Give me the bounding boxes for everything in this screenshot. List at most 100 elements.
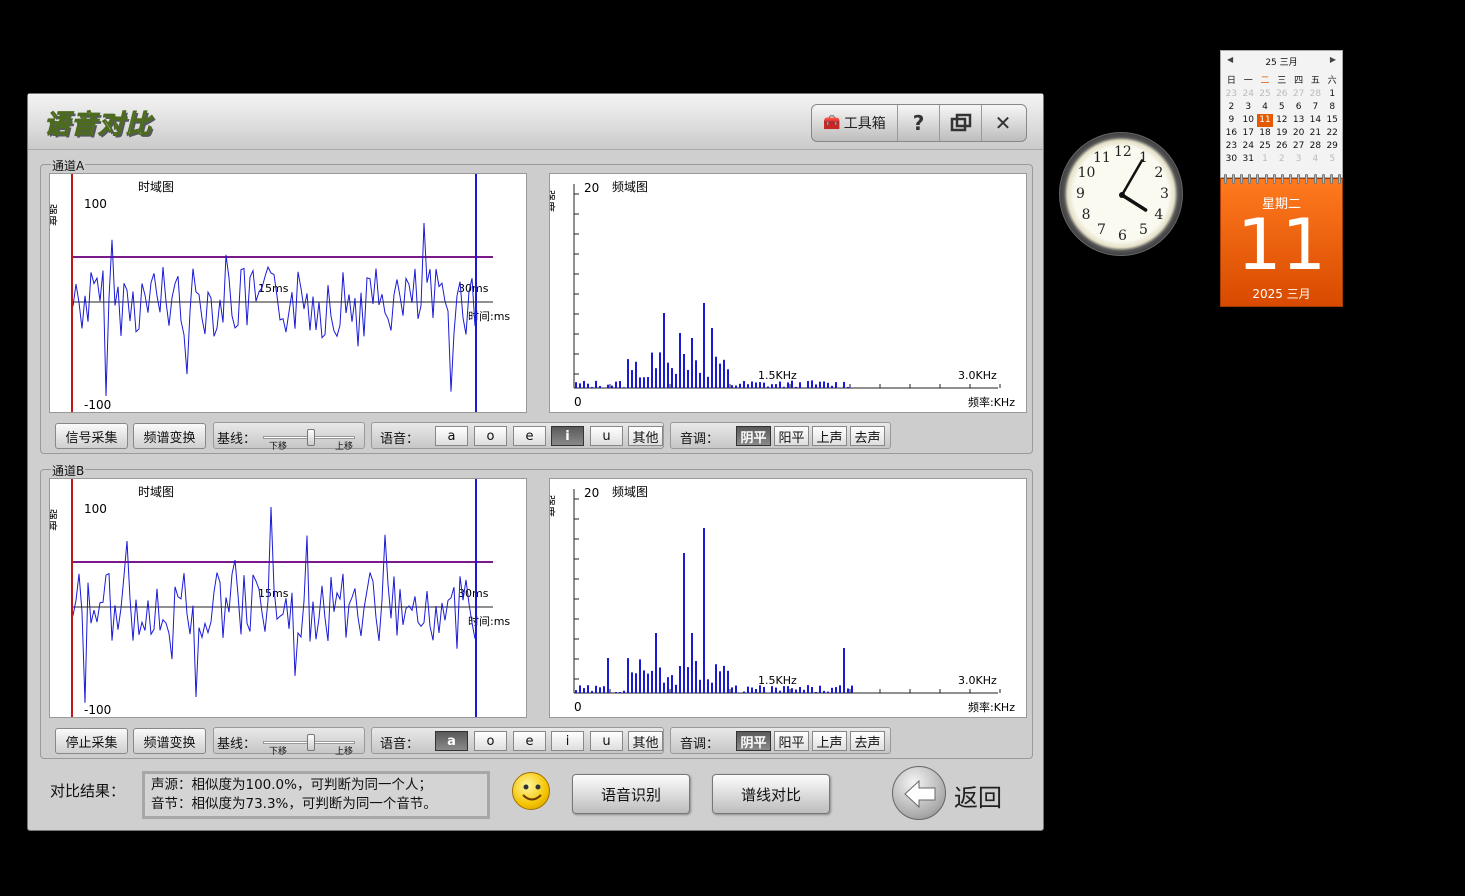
calendar-day-cell[interactable]: 1 [1257,153,1274,166]
calendar-day-cell[interactable]: 7 [1307,101,1324,114]
calendar-day-cell[interactable]: 2 [1273,153,1290,166]
calendar-day-cell[interactable]: 8 [1324,101,1341,114]
toolbox-button[interactable]: 🧰 工具箱 [812,105,898,141]
y-min-label: -100 [84,398,111,412]
calendar-day-cell[interactable]: 23 [1223,140,1240,153]
day-number: 11 [1236,204,1327,286]
plot-title: 频域图 [612,180,648,194]
close-button[interactable]: ✕ [982,105,1024,141]
baseline-slider[interactable]: 下移 上移 [259,427,359,452]
y-axis-label: 强度 [550,495,557,517]
capture-button[interactable]: 信号采集 [55,423,128,449]
calendar-day-cell[interactable]: 11 [1256,114,1274,127]
vowel-key[interactable]: o [474,731,507,751]
calendar-day-cell[interactable]: 16 [1223,127,1240,140]
clock-numeral: 9 [1076,186,1085,202]
x-axis-label: 频率:KHz [968,395,1015,409]
tone-key[interactable]: 去声 [850,426,885,446]
calendar-day-cell[interactable]: 9 [1223,114,1240,127]
calendar-day-cell[interactable]: 28 [1307,140,1324,153]
vowel-key[interactable]: a [435,426,468,446]
calendar-weekday-row: 日一二三四五六 [1223,75,1341,88]
frequency-domain-plot: 频域图 强度 20 0 1.5KHz 3.0KHz 频率:KHz [549,478,1027,718]
vowel-key[interactable]: i [551,731,584,751]
tone-key[interactable]: 上声 [812,426,847,446]
slider-thumb[interactable] [307,429,315,446]
calendar-day-cell[interactable]: 17 [1240,127,1257,140]
vowel-key[interactable]: e [513,731,546,751]
calendar-day-cell[interactable]: 12 [1273,114,1290,127]
calendar-day-cell[interactable]: 26 [1273,140,1290,153]
calendar-day-cell[interactable]: 24 [1240,140,1257,153]
slider-thumb[interactable] [307,734,315,751]
vowel-key[interactable]: e [513,426,546,446]
tone-key[interactable]: 阳平 [774,426,809,446]
calendar-day-cell[interactable]: 24 [1240,88,1257,101]
calendar-day-card: 星期二 11 2025 三月 [1220,174,1343,307]
calendar-day-cell[interactable]: 27 [1290,140,1307,153]
calendar-day-cell[interactable]: 3 [1290,153,1307,166]
fft-button[interactable]: 频谱变换 [133,423,206,449]
calendar-week-row: 30 31 1 2 3 4 5 [1223,153,1341,166]
calendar-widget: ◀ 25 三月 ▶ 日一二三四五六 23 24 25 26 27 28 1 2 3 4 5 6 7 8 9 10… [1220,50,1343,307]
speech-recognition-button[interactable]: 语音识别 [572,774,690,814]
calendar-day-cell[interactable]: 29 [1324,140,1341,153]
calendar-day-cell[interactable]: 28 [1307,88,1324,101]
tone-key[interactable]: 去声 [850,731,885,751]
vowel-key[interactable]: 其他 [628,426,663,446]
calendar-day-cell[interactable]: 23 [1223,88,1240,101]
analog-clock-widget: 12 1 2 3 4 5 6 7 8 9 10 11 [1059,132,1183,256]
restore-button[interactable] [940,105,982,141]
calendar-day-cell[interactable]: 13 [1290,114,1307,127]
comparison-result-bar: 对比结果： 声源：相似度为100.0%，可判断为同一个人； 音节：相似度为73.… [40,764,1033,824]
calendar-day-cell[interactable]: 5 [1273,101,1290,114]
tone-key[interactable]: 阴平 [736,731,771,751]
tone-key[interactable]: 阴平 [736,426,771,446]
calendar-day-cell[interactable]: 30 [1223,153,1240,166]
tone-group: 音调： 阴平 阳平 上声 去声 [670,727,891,754]
calendar-day-cell[interactable]: 26 [1273,88,1290,101]
y-max-label: 100 [84,502,107,516]
calendar-day-cell[interactable]: 6 [1290,101,1307,114]
y-max-label: 20 [584,181,599,195]
calendar-day-cell[interactable]: 19 [1273,127,1290,140]
baseline-slider[interactable]: 下移 上移 [259,732,359,757]
calendar-day-cell[interactable]: 5 [1324,153,1341,166]
help-button[interactable]: ? [898,105,940,141]
calendar-day-cell[interactable]: 25 [1257,140,1274,153]
vowel-key[interactable]: 其他 [628,731,663,751]
x-min-label: 0 [574,700,582,714]
spectrum-compare-button[interactable]: 谱线对比 [712,774,830,814]
calendar-day-cell[interactable]: 1 [1324,88,1341,101]
calendar-day-cell[interactable]: 20 [1290,127,1307,140]
vowel-key[interactable]: i [551,426,584,446]
vowel-key[interactable]: a [435,731,468,751]
tone-key[interactable]: 上声 [812,731,847,751]
channel-controls: 停止采集 频谱变换 基线： 下移 上移 语音： a o e i u 其他 音调： 阴平 阳平上… [49,725,1031,757]
calendar-day-cell[interactable]: 10 [1240,114,1257,127]
tone-key[interactable]: 阳平 [774,731,809,751]
calendar-day-cell[interactable]: 15 [1324,114,1341,127]
capture-button[interactable]: 停止采集 [55,728,128,754]
back-button[interactable]: 返回 [892,764,1012,820]
calendar-day-cell[interactable]: 2 [1223,101,1240,114]
clock-numeral: 7 [1097,222,1106,239]
plot-title: 时域图 [138,180,174,194]
weekday-header: 六 [1327,76,1337,86]
weekday-header: 五 [1310,76,1320,86]
calendar-day-cell[interactable]: 4 [1257,101,1274,114]
calendar-day-cell[interactable]: 27 [1290,88,1307,101]
vowel-key[interactable]: u [590,731,623,751]
calendar-day-cell[interactable]: 22 [1324,127,1341,140]
calendar-day-cell[interactable]: 4 [1307,153,1324,166]
calendar-day-cell[interactable]: 25 [1257,88,1274,101]
vowel-key[interactable]: u [590,426,623,446]
fft-button[interactable]: 频谱变换 [133,728,206,754]
calendar-day-cell[interactable]: 18 [1257,127,1274,140]
calendar-day-cell[interactable]: 3 [1240,101,1257,114]
next-month-icon[interactable]: ▶ [1330,55,1336,64]
calendar-day-cell[interactable]: 14 [1307,114,1324,127]
vowel-key[interactable]: o [474,426,507,446]
calendar-day-cell[interactable]: 31 [1240,153,1257,166]
calendar-day-cell[interactable]: 21 [1307,127,1324,140]
